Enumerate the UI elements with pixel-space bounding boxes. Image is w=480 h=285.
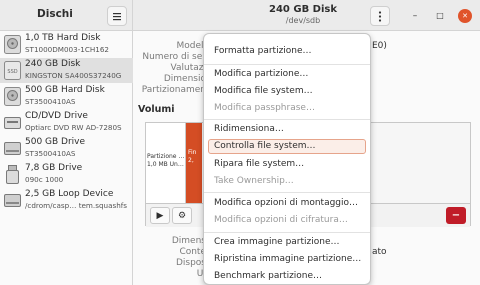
sidebar-item-500gb-drive[interactable]: 500 GB Drive ST3500410AS	[0, 136, 133, 161]
menu-item-edit-filesystem[interactable]: Modifica file system…	[208, 84, 366, 99]
device-name: 500 GB Drive	[25, 137, 86, 147]
menu-item-restore-partition-image[interactable]: Ripristina immagine partizione…	[208, 252, 366, 267]
sidebar-item-cd-dvd-drive[interactable]: CD/DVD Drive Optiarc DVD RW AD-7280S	[0, 110, 133, 135]
label-assessment: Valutazi	[170, 63, 206, 73]
hamburger-icon	[113, 12, 121, 20]
device-model: /cdrom/casp… tem.squashfs	[25, 201, 128, 210]
svg-text:SSD: SSD	[7, 69, 17, 75]
hard-disk-icon	[4, 35, 21, 54]
menu-separator	[204, 192, 370, 193]
sidebar-item-1tb-hard-disk[interactable]: 1,0 TB Hard Disk ST1000DM003-1CH162	[0, 32, 133, 57]
device-name: 7,8 GB Drive	[25, 163, 83, 173]
menu-item-repair-filesystem[interactable]: Ripara file system…	[208, 157, 366, 172]
menu-item-format-partition[interactable]: Formatta partizione…	[208, 44, 366, 59]
maximize-button[interactable]: □	[433, 9, 447, 23]
sidebar-item-loop-device[interactable]: 2,5 GB Loop Device /cdrom/casp… tem.squa…	[0, 188, 133, 213]
partition-options-menu: Formatta partizione… Modifica partizione…	[203, 33, 371, 285]
optical-drive-icon	[4, 117, 21, 129]
drive-icon	[4, 142, 21, 155]
menu-separator	[204, 232, 370, 233]
mount-button[interactable]: ▶	[150, 207, 170, 224]
menu-item-edit-mount-options[interactable]: Modifica opzioni di montaggio…	[208, 196, 366, 211]
device-name: 1,0 TB Hard Disk	[25, 33, 101, 43]
play-icon: ▶	[156, 210, 164, 221]
header-bar: Dischi 240 GB Disk /dev/sdb – □ ✕	[0, 0, 480, 31]
label-size: Dimensio	[163, 74, 206, 84]
drive-options-button[interactable]	[370, 6, 390, 26]
device-model: 090c 1000	[25, 175, 64, 184]
hard-disk-icon	[4, 87, 21, 106]
model-value: E0)	[372, 41, 387, 51]
close-button[interactable]: ✕	[458, 9, 472, 23]
label-volume-size: Dimens	[171, 236, 206, 246]
device-name: 500 GB Hard Disk	[25, 85, 105, 95]
delete-partition-button[interactable]: −	[446, 207, 466, 224]
menu-item-edit-encryption-options: Modifica opzioni di cifratura…	[214, 215, 348, 225]
device-model: ST3500410AS	[25, 97, 76, 106]
menu-item-benchmark-partition[interactable]: Benchmark partizione…	[208, 269, 366, 284]
minimize-button[interactable]: –	[408, 9, 422, 23]
menu-separator	[204, 119, 370, 120]
volume-partition-selected[interactable]: Fin 2,	[186, 123, 202, 203]
menu-item-change-passphrase: Modifica passphrase…	[214, 103, 315, 113]
device-name: 240 GB Disk	[25, 59, 81, 69]
menu-item-take-ownership: Take Ownership…	[214, 176, 294, 186]
ssd-icon: SSD	[4, 61, 21, 80]
sidebar-item-7-8gb-drive[interactable]: 7,8 GB Drive 090c 1000	[0, 162, 133, 187]
hamburger-menu-button[interactable]	[107, 6, 127, 26]
menu-item-create-partition-image[interactable]: Crea immagine partizione…	[208, 235, 366, 250]
menu-item-check-filesystem[interactable]: Controlla file system…	[208, 139, 366, 154]
kebab-icon	[378, 10, 382, 22]
header-title: 240 GB Disk	[269, 4, 337, 15]
label-serial: Numero di ser	[142, 52, 206, 62]
sidebar-item-500gb-hard-disk[interactable]: 500 GB Hard Disk ST3500410AS	[0, 84, 133, 109]
label-model: Modell	[176, 41, 206, 51]
usb-drive-icon	[6, 165, 19, 184]
device-model: Optiarc DVD RW AD-7280S	[25, 123, 122, 132]
loop-device-icon	[4, 194, 21, 207]
menu-separator	[204, 64, 370, 65]
contents-value: ato	[372, 247, 387, 257]
label-partitioning: Partizionamen	[141, 85, 206, 95]
volumes-section-title: Volumi	[138, 104, 175, 115]
menu-item-resize[interactable]: Ridimensiona…	[208, 122, 366, 137]
device-name: 2,5 GB Loop Device	[25, 189, 114, 199]
menu-item-edit-partition[interactable]: Modifica partizione…	[208, 67, 366, 82]
device-model: KINGSTON SA400S37240G	[25, 71, 122, 80]
device-model: ST3500410AS	[25, 149, 76, 158]
sidebar-header: Dischi	[0, 0, 133, 31]
volume-free-space[interactable]: Partizione … 1,0 MB Un…	[146, 123, 186, 203]
partition-options-button[interactable]: ⚙	[172, 207, 192, 224]
sidebar: 1,0 TB Hard Disk ST1000DM003-1CH162 SSD …	[0, 31, 133, 285]
label-device: Dispos	[175, 258, 206, 268]
sidebar-item-240gb-disk[interactable]: SSD 240 GB Disk KINGSTON SA400S37240G	[0, 58, 133, 83]
minus-icon: −	[451, 210, 461, 221]
gear-icon: ⚙	[177, 210, 187, 221]
header-subtitle: /dev/sdb	[285, 16, 321, 25]
device-model: ST1000DM003-1CH162	[25, 45, 110, 54]
header-title-group: 240 GB Disk /dev/sdb	[133, 4, 473, 25]
device-name: CD/DVD Drive	[25, 111, 88, 121]
app-title: Dischi	[37, 8, 73, 20]
